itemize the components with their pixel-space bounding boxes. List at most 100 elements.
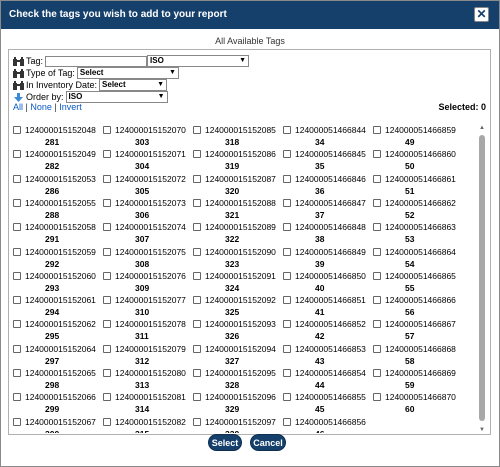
tag-item[interactable]: 124000015152074 307 bbox=[103, 222, 195, 246]
tag-item[interactable]: 124000015152080 313 bbox=[103, 368, 195, 392]
tag-item[interactable]: 124000051466870 60 bbox=[373, 392, 465, 416]
tag-checkbox[interactable] bbox=[13, 247, 21, 256]
tag-checkbox[interactable] bbox=[103, 271, 111, 280]
scrollbar-thumb[interactable] bbox=[479, 135, 485, 421]
tag-checkbox[interactable] bbox=[103, 174, 111, 183]
tag-item[interactable]: 124000051466856 46 bbox=[283, 417, 375, 433]
tag-item[interactable]: 124000015152060 293 bbox=[13, 271, 105, 295]
tag-item[interactable]: 124000015152085 318 bbox=[193, 125, 285, 149]
tag-checkbox[interactable] bbox=[103, 393, 111, 402]
tag-checkbox[interactable] bbox=[13, 126, 21, 134]
tag-checkbox[interactable] bbox=[13, 344, 21, 353]
tag-item[interactable]: 124000051466868 58 bbox=[373, 344, 465, 368]
tag-checkbox[interactable] bbox=[283, 198, 291, 207]
tag-checkbox[interactable] bbox=[283, 247, 291, 256]
tag-item[interactable]: 124000015152075 308 bbox=[103, 247, 195, 271]
tag-item[interactable]: 124000015152071 304 bbox=[103, 149, 195, 173]
scrollbar[interactable]: ▲ ▼ bbox=[478, 125, 486, 433]
tag-item[interactable]: 124000015152092 325 bbox=[193, 295, 285, 319]
tag-item[interactable]: 124000051466862 52 bbox=[373, 198, 465, 222]
tag-item[interactable]: 124000015152059 292 bbox=[13, 247, 105, 271]
tag-item[interactable]: 124000015152089 322 bbox=[193, 222, 285, 246]
tag-item[interactable]: 124000015152077 310 bbox=[103, 295, 195, 319]
tag-checkbox[interactable] bbox=[283, 296, 291, 305]
tag-checkbox[interactable] bbox=[13, 393, 21, 402]
tag-item[interactable]: 124000015152090 323 bbox=[193, 247, 285, 271]
tag-checkbox[interactable] bbox=[373, 344, 381, 353]
tag-item[interactable]: 124000015152093 326 bbox=[193, 319, 285, 343]
tag-checkbox[interactable] bbox=[103, 126, 111, 134]
tag-item[interactable]: 124000051466855 45 bbox=[283, 392, 375, 416]
tag-checkbox[interactable] bbox=[13, 198, 21, 207]
tag-checkbox[interactable] bbox=[373, 271, 381, 280]
tag-item[interactable]: 124000015152061 294 bbox=[13, 295, 105, 319]
tag-checkbox[interactable] bbox=[373, 126, 381, 134]
tag-checkbox[interactable] bbox=[193, 320, 201, 329]
tag-checkbox[interactable] bbox=[283, 126, 291, 134]
tag-item[interactable]: 124000015152082 315 bbox=[103, 417, 195, 433]
tag-checkbox[interactable] bbox=[13, 271, 21, 280]
scroll-up-icon[interactable]: ▲ bbox=[478, 125, 486, 131]
tag-checkbox[interactable] bbox=[373, 296, 381, 305]
tag-checkbox[interactable] bbox=[13, 296, 21, 305]
tag-checkbox[interactable] bbox=[193, 393, 201, 402]
tag-checkbox[interactable] bbox=[13, 174, 21, 183]
tag-item[interactable]: 124000015152081 314 bbox=[103, 392, 195, 416]
tag-checkbox[interactable] bbox=[13, 320, 21, 329]
tag-checkbox[interactable] bbox=[103, 320, 111, 329]
tag-checkbox[interactable] bbox=[103, 247, 111, 256]
tag-checkbox[interactable] bbox=[283, 174, 291, 183]
tag-checkbox[interactable] bbox=[193, 174, 201, 183]
tag-item[interactable]: 124000051466865 55 bbox=[373, 271, 465, 295]
tag-checkbox[interactable] bbox=[13, 369, 21, 377]
tag-checkbox[interactable] bbox=[193, 369, 201, 377]
tag-item[interactable]: 124000051466846 36 bbox=[283, 174, 375, 198]
tag-item[interactable]: 124000015152076 309 bbox=[103, 271, 195, 295]
tag-checkbox[interactable] bbox=[193, 296, 201, 305]
tag-item[interactable]: 124000015152067 300 bbox=[13, 417, 105, 433]
tag-checkbox[interactable] bbox=[13, 417, 21, 426]
tag-item[interactable]: 124000015152065 298 bbox=[13, 368, 105, 392]
tag-item[interactable]: 124000051466861 51 bbox=[373, 174, 465, 198]
tag-checkbox[interactable] bbox=[193, 198, 201, 207]
tag-item[interactable]: 124000051466854 44 bbox=[283, 368, 375, 392]
tag-item[interactable]: 124000015152073 306 bbox=[103, 198, 195, 222]
tag-item[interactable]: 124000015152049 282 bbox=[13, 149, 105, 173]
tag-checkbox[interactable] bbox=[373, 369, 381, 377]
tag-item[interactable]: 124000051466848 38 bbox=[283, 222, 375, 246]
tag-checkbox[interactable] bbox=[193, 247, 201, 256]
tag-item[interactable]: 124000015152064 297 bbox=[13, 344, 105, 368]
tag-checkbox[interactable] bbox=[373, 393, 381, 402]
tag-item[interactable]: 124000015152062 295 bbox=[13, 319, 105, 343]
select-button[interactable]: Select bbox=[208, 434, 242, 451]
invert-selection-link[interactable]: Invert bbox=[59, 102, 82, 112]
tag-checkbox[interactable] bbox=[283, 150, 291, 159]
tag-item[interactable]: 124000051466852 42 bbox=[283, 319, 375, 343]
tag-item[interactable]: 124000051466863 53 bbox=[373, 222, 465, 246]
select-none-link[interactable]: None bbox=[30, 102, 52, 112]
tag-item[interactable]: 124000051466864 54 bbox=[373, 247, 465, 271]
tag-item[interactable]: 124000015152055 288 bbox=[13, 198, 105, 222]
tag-checkbox[interactable] bbox=[193, 223, 201, 232]
tag-checkbox[interactable] bbox=[283, 417, 291, 426]
tag-item[interactable]: 124000015152094 327 bbox=[193, 344, 285, 368]
tag-item[interactable]: 124000015152088 321 bbox=[193, 198, 285, 222]
tag-item[interactable]: 124000051466859 49 bbox=[373, 125, 465, 149]
tag-checkbox[interactable] bbox=[13, 150, 21, 159]
tag-checkbox[interactable] bbox=[373, 150, 381, 159]
cancel-button[interactable]: Cancel bbox=[250, 434, 286, 451]
tag-item[interactable]: 124000051466869 59 bbox=[373, 368, 465, 392]
tag-checkbox[interactable] bbox=[373, 223, 381, 232]
tag-item[interactable]: 124000015152072 305 bbox=[103, 174, 195, 198]
tag-item[interactable]: 124000051466844 34 bbox=[283, 125, 375, 149]
tag-item[interactable]: 124000051466847 37 bbox=[283, 198, 375, 222]
tag-item[interactable]: 124000051466850 40 bbox=[283, 271, 375, 295]
tag-checkbox[interactable] bbox=[103, 223, 111, 232]
tag-item[interactable]: 124000015152096 329 bbox=[193, 392, 285, 416]
tag-item[interactable]: 124000051466860 50 bbox=[373, 149, 465, 173]
tag-checkbox[interactable] bbox=[373, 247, 381, 256]
tag-item[interactable]: 124000015152066 299 bbox=[13, 392, 105, 416]
tag-item[interactable]: 124000015152097 330 bbox=[193, 417, 285, 433]
tag-checkbox[interactable] bbox=[373, 320, 381, 329]
tag-item[interactable]: 124000015152091 324 bbox=[193, 271, 285, 295]
